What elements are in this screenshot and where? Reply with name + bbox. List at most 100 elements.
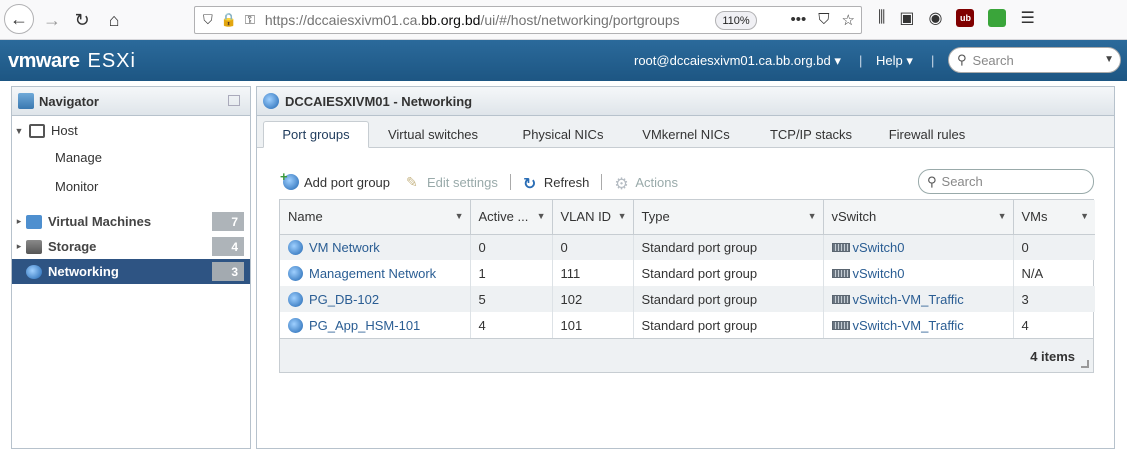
chevron-down-icon[interactable]: ▼ xyxy=(998,211,1007,221)
virtual-machines-icon xyxy=(26,214,42,229)
ublock-icon[interactable]: ub xyxy=(956,9,975,27)
table-row[interactable]: PG_DB-102 5 102 Standard port group vSwi… xyxy=(280,286,1095,312)
extension-icon[interactable] xyxy=(988,9,1007,27)
expand-right-icon[interactable]: ▸ xyxy=(12,216,26,227)
refresh-icon: ↻ xyxy=(522,176,537,193)
tab-bar: Port groups Virtual switches Physical NI… xyxy=(257,116,1114,148)
bookmark-star-icon[interactable]: ☆ xyxy=(842,11,855,29)
table-row[interactable]: PG_App_HSM-101 4 101 Standard port group… xyxy=(280,312,1095,338)
vswitch-link[interactable]: vSwitch-VM_Traffic xyxy=(853,318,964,333)
chevron-down-icon[interactable]: ▼ xyxy=(808,211,817,221)
help-menu[interactable]: Help ▾ xyxy=(876,53,913,69)
nav-item-virtual-machines[interactable]: ▸ Virtual Machines 7 xyxy=(12,209,250,234)
vswitch-icon xyxy=(831,242,850,252)
tab-vmkernel-nics[interactable]: VMkernel NICs xyxy=(633,121,739,148)
storage-icon xyxy=(26,239,42,254)
nav-item-monitor[interactable]: Monitor xyxy=(12,172,250,201)
expand-down-icon[interactable]: ▼ xyxy=(12,126,26,136)
global-search-input[interactable]: ⚲ Search ▼ xyxy=(948,47,1121,73)
port-group-link[interactable]: Management Network xyxy=(309,266,436,281)
table-footer: 4 items xyxy=(280,338,1093,372)
shield-icon[interactable]: ⛉ xyxy=(203,12,213,28)
column-header-active-ports[interactable]: Active ... ▼ xyxy=(470,200,553,235)
nav-item-storage[interactable]: ▸ Storage 4 xyxy=(12,234,250,259)
pencil-icon: ✎ xyxy=(406,174,418,190)
header-divider: | xyxy=(859,53,863,68)
port-group-icon xyxy=(288,239,303,255)
pocket-icon[interactable]: ⛉ xyxy=(818,11,829,29)
column-header-vms[interactable]: VMs ▼ xyxy=(1013,200,1095,235)
more-actions-icon[interactable]: ••• xyxy=(791,11,807,29)
tab-physical-nics[interactable]: Physical NICs xyxy=(513,121,613,148)
port-group-icon xyxy=(288,317,303,333)
navigator-panel: Navigator ▼ Host Manage Monitor ▸ Virtua… xyxy=(11,86,251,449)
grid-search-input[interactable]: ⚲ Search xyxy=(918,169,1094,194)
vswitch-link[interactable]: vSwitch0 xyxy=(853,266,905,281)
table-row[interactable]: VM Network 0 0 Standard port group vSwit… xyxy=(280,234,1095,260)
account-icon[interactable]: ◉ xyxy=(929,8,943,28)
resize-grip-icon[interactable] xyxy=(1081,360,1089,368)
header-divider: | xyxy=(931,53,935,68)
chevron-down-icon[interactable]: ▼ xyxy=(537,211,546,221)
reload-icon[interactable]: ↻ xyxy=(68,6,96,34)
tab-firewall-rules[interactable]: Firewall rules xyxy=(881,121,973,148)
vswitch-link[interactable]: vSwitch-VM_Traffic xyxy=(853,292,964,307)
forward-icon[interactable]: → xyxy=(38,6,66,34)
url-text[interactable]: https://dccaiesxivm01.ca.bb.org.bd/ui/#/… xyxy=(265,12,680,28)
chevron-down-icon[interactable]: ▼ xyxy=(618,211,627,221)
app-header: vmware ESXi root@dccaiesxivm01.ca.bb.org.… xyxy=(0,40,1127,81)
add-port-group-button[interactable]: Add port group xyxy=(280,169,390,190)
refresh-button[interactable]: ↻ Refresh xyxy=(522,174,590,194)
tab-virtual-switches[interactable]: Virtual switches xyxy=(375,121,491,148)
browser-toolbar: ← → ↻ ⌂ ⛉ 🔒 ⚿ https://dccaiesxivm01.ca.b… xyxy=(0,0,1127,40)
expand-right-icon[interactable]: ▸ xyxy=(12,241,26,252)
vswitch-icon xyxy=(831,320,850,330)
nav-item-host[interactable]: ▼ Host xyxy=(12,118,250,143)
tab-tcpip-stacks[interactable]: TCP/IP stacks xyxy=(757,121,865,148)
port-groups-table: Name ▼ Active ... ▼ VLAN ID ▼ Type ▼ vSwitch… xyxy=(279,199,1095,373)
library-icon[interactable]: ⫼ xyxy=(878,9,885,27)
search-icon: ⚲ xyxy=(927,173,937,189)
add-network-icon xyxy=(280,169,299,190)
edit-settings-button[interactable]: ✎ Edit settings xyxy=(406,174,498,190)
action-toolbar: Add port group ✎ Edit settings ↻ Refresh… xyxy=(280,169,678,194)
user-menu[interactable]: root@dccaiesxivm01.ca.bb.org.bd ▾ xyxy=(634,53,841,69)
vswitch-icon xyxy=(831,294,850,304)
menu-icon[interactable]: ☰ xyxy=(1020,8,1034,28)
table-row[interactable]: Management Network 1 111 Standard port g… xyxy=(280,260,1095,286)
column-header-vlan-id[interactable]: VLAN ID ▼ xyxy=(552,200,634,235)
count-badge: 4 xyxy=(212,237,244,256)
nav-item-networking[interactable]: Networking 3 xyxy=(12,259,250,284)
chevron-down-icon[interactable]: ▼ xyxy=(1104,54,1114,65)
key-icon[interactable]: ⚿ xyxy=(245,12,255,28)
port-group-link[interactable]: PG_DB-102 xyxy=(309,292,379,307)
search-icon: ⚲ xyxy=(957,52,967,67)
back-icon[interactable]: ← xyxy=(4,4,34,34)
collapse-icon[interactable] xyxy=(228,95,240,106)
address-bar[interactable]: ⛉ 🔒 ⚿ https://dccaiesxivm01.ca.bb.org.bd… xyxy=(194,6,862,34)
port-group-link[interactable]: PG_App_HSM-101 xyxy=(309,318,420,333)
tab-port-groups[interactable]: Port groups xyxy=(263,121,369,148)
networking-icon xyxy=(26,264,42,279)
column-header-vswitch[interactable]: vSwitch ▼ xyxy=(823,200,1014,235)
column-header-name[interactable]: Name ▼ xyxy=(280,200,471,235)
actions-button[interactable]: ⚙ Actions xyxy=(614,174,678,194)
column-header-type[interactable]: Type ▼ xyxy=(633,200,824,235)
toolbar-divider xyxy=(509,174,511,190)
item-count: 4 items xyxy=(1030,349,1075,364)
port-group-link[interactable]: VM Network xyxy=(309,240,380,255)
count-badge: 7 xyxy=(212,212,244,231)
vswitch-link[interactable]: vSwitch0 xyxy=(853,240,905,255)
count-badge: 3 xyxy=(212,262,244,281)
networking-icon xyxy=(263,93,279,109)
nav-item-manage[interactable]: Manage xyxy=(12,143,250,172)
chevron-down-icon[interactable]: ▼ xyxy=(1080,211,1089,221)
navigator-icon xyxy=(18,93,34,109)
zoom-level[interactable]: 110% xyxy=(715,11,757,30)
lock-warning-icon[interactable]: 🔒 xyxy=(221,12,237,28)
sidebar-icon[interactable]: ▣ xyxy=(899,8,914,28)
chevron-down-icon[interactable]: ▼ xyxy=(455,211,464,221)
port-group-icon xyxy=(288,265,303,281)
home-icon[interactable]: ⌂ xyxy=(100,6,128,34)
page-title: DCCAIESXIVM01 - Networking xyxy=(285,93,473,109)
